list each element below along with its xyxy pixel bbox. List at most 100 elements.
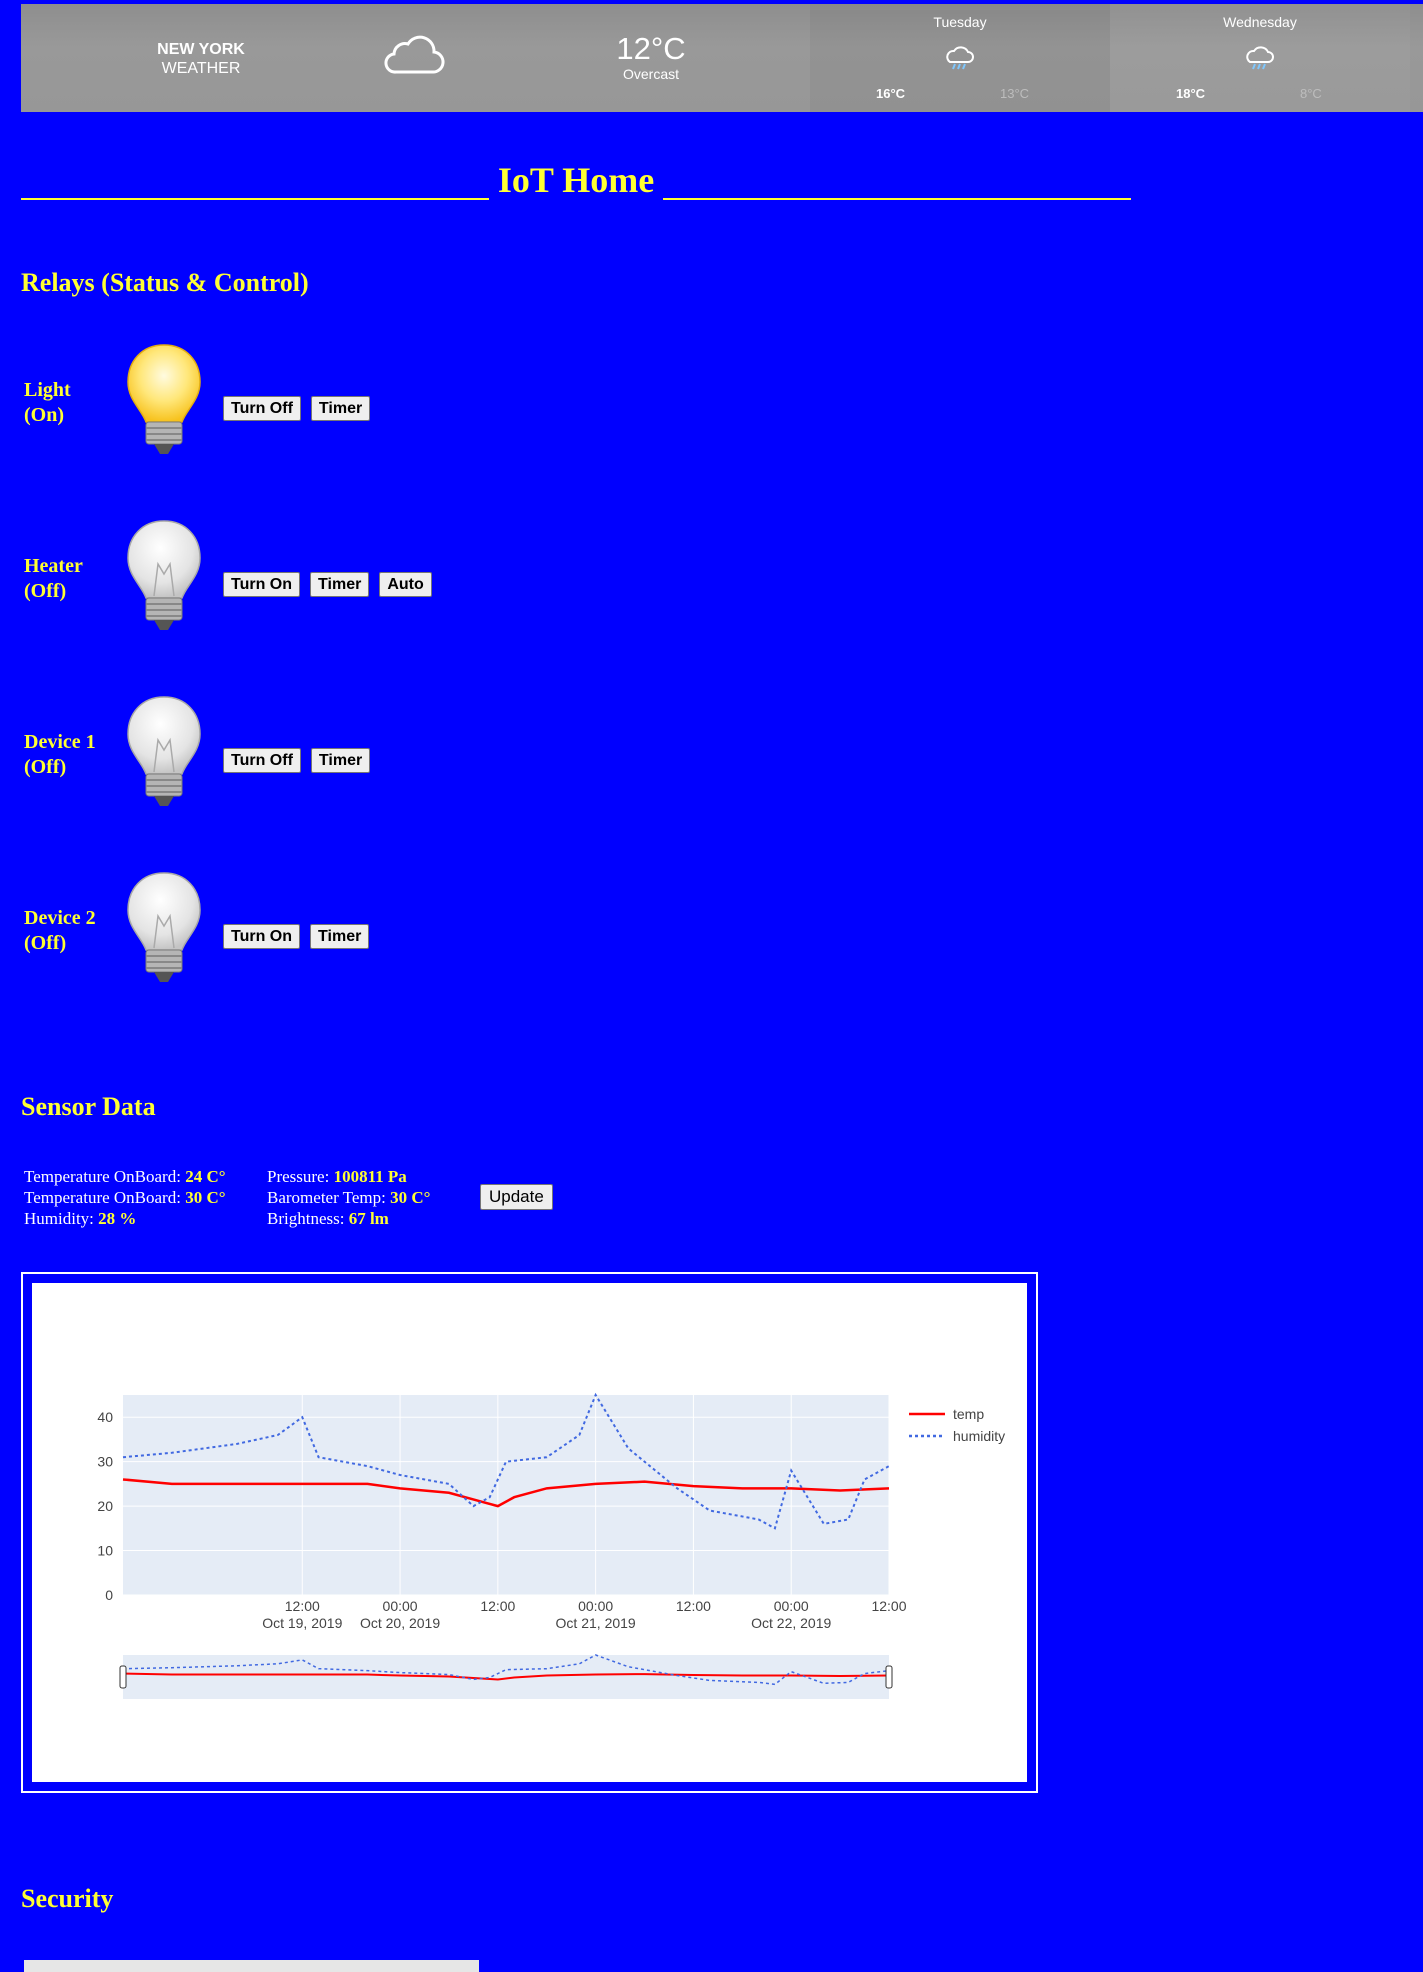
relay-name: Device 1 (24, 731, 96, 753)
relay-controls: Turn Off Timer (223, 396, 371, 421)
relay-light: Light (On) Turn Off Timer (21, 342, 621, 458)
lightbulb-off-icon (124, 694, 204, 815)
x-tick-label: 12:00 (871, 1598, 906, 1614)
legend-label: temp (953, 1406, 984, 1422)
timer-button[interactable]: Timer (310, 924, 370, 949)
x-tick-label: 00:00 (774, 1598, 809, 1614)
current-temperature: 12°C (616, 31, 686, 66)
relay-label: Device 1 (Off) (24, 730, 96, 780)
relay-device-1: Device 1 (Off) Turn Off Timer (21, 694, 621, 810)
rain-cloud-icon (944, 44, 974, 77)
relays-heading: Relays (Status & Control) (21, 268, 309, 297)
page-title: IoT Home (497, 160, 655, 200)
relay-controls: Turn On Timer (223, 924, 370, 949)
relay-label: Device 2 (Off) (24, 906, 96, 956)
current-condition: Overcast (622, 66, 679, 82)
sensor-row: Temperature OnBoard: 24 C° (24, 1166, 226, 1187)
update-button[interactable]: Update (480, 1184, 553, 1210)
sensor-value: 24 C° (185, 1167, 226, 1186)
sensor-value: 28 % (98, 1209, 137, 1228)
timer-button[interactable]: Timer (310, 396, 371, 421)
weather-city: NEW YORK (157, 41, 245, 58)
sensor-label: Barometer Temp: (267, 1188, 386, 1207)
cloud-icon (382, 30, 446, 81)
x-tick-label: 12:00 (676, 1598, 711, 1614)
chart-frame: 0 10 20 30 40 12:00 Oct 19, 2019 00:00 Oct 20, 2… (21, 1272, 1038, 1793)
plot-area (123, 1395, 889, 1595)
sensor-value: 30 C° (185, 1188, 226, 1207)
sensor-label: Temperature OnBoard: (24, 1167, 181, 1186)
relay-label: Heater (Off) (24, 554, 83, 604)
sensor-value: 30 C° (390, 1188, 431, 1207)
relay-status: (On) (24, 404, 64, 426)
relay-device-2: Device 2 (Off) Turn On Timer (21, 870, 621, 986)
turn-on-button[interactable]: Turn On (223, 924, 301, 949)
weather-label: WEATHER (161, 60, 241, 77)
y-tick-label: 10 (97, 1543, 113, 1559)
turn-off-button[interactable]: Turn Off (223, 396, 301, 421)
relay-label: Light (On) (24, 378, 71, 428)
security-heading: Security (21, 1884, 114, 1913)
forecast-low: 8°C (1300, 86, 1322, 101)
turn-off-button[interactable]: Turn Off (223, 748, 301, 773)
weather-location: NEW YORK WEATHER (131, 40, 271, 78)
chart-svg[interactable]: 01020304012:00Oct 19, 201900:00Oct 20, 2… (32, 1283, 1027, 1782)
sensor-value: 67 lm (348, 1209, 389, 1228)
x-tick-date-label: Oct 22, 2019 (751, 1615, 831, 1631)
title-divider-left (21, 198, 489, 200)
relay-name: Device 2 (24, 907, 96, 929)
forecast-day: Wednesday 18°C 8°C (1110, 4, 1410, 112)
sensor-label: Pressure: (267, 1167, 330, 1186)
sensor-column-1: Temperature OnBoard: 24 C° Temperature O… (24, 1166, 226, 1229)
forecast-day-name: Tuesday (933, 14, 987, 30)
relay-status: (Off) (24, 932, 67, 954)
relay-controls: Turn On Timer Auto (223, 572, 432, 597)
title-divider-right (663, 198, 1131, 200)
legend-label: humidity (953, 1428, 1005, 1444)
lightbulb-on-icon (124, 342, 204, 463)
sensor-label: Brightness: (267, 1209, 345, 1228)
sensor-chart: 0 10 20 30 40 12:00 Oct 19, 2019 00:00 Oct 20, 2… (32, 1283, 1027, 1782)
forecast-day-name: Wednesday (1223, 14, 1297, 30)
x-tick-label: 12:00 (480, 1598, 515, 1614)
timer-button[interactable]: Timer (310, 572, 370, 597)
turn-on-button[interactable]: Turn On (223, 572, 301, 597)
forecast-high: 16°C (876, 86, 906, 101)
x-tick-date-label: Oct 19, 2019 (262, 1615, 342, 1631)
sensor-column-2: Pressure: 100811 Pa Barometer Temp: 30 C… (267, 1166, 430, 1229)
security-panel (24, 1960, 479, 1972)
x-tick-label: 12:00 (285, 1598, 320, 1614)
rain-cloud-icon (1244, 44, 1274, 77)
relay-heater: Heater (Off) Turn On Timer Auto (21, 518, 621, 634)
y-tick-label: 30 (97, 1454, 113, 1470)
sensor-label: Temperature OnBoard: (24, 1188, 181, 1207)
relay-name: Heater (24, 555, 83, 577)
forecast-high: 18°C (1176, 86, 1206, 101)
sensor-row: Brightness: 67 lm (267, 1208, 430, 1229)
forecast-low: 13°C (1000, 86, 1030, 101)
forecast-day: Tuesday 16°C 13°C (810, 4, 1110, 112)
range-slider (123, 1655, 889, 1699)
range-slider-handle (885, 1665, 893, 1689)
sensor-row: Humidity: 28 % (24, 1208, 226, 1229)
x-tick-label: 00:00 (383, 1598, 418, 1614)
sensor-label: Humidity: (24, 1209, 94, 1228)
x-tick-date-label: Oct 21, 2019 (556, 1615, 636, 1631)
relay-status: (Off) (24, 580, 67, 602)
lightbulb-off-icon (124, 870, 204, 991)
timer-button[interactable]: Timer (310, 748, 371, 773)
relay-name: Light (24, 379, 71, 401)
auto-button[interactable]: Auto (379, 572, 432, 597)
y-tick-label: 40 (97, 1409, 113, 1425)
lightbulb-off-icon (124, 518, 204, 639)
range-slider-handle (119, 1665, 127, 1689)
sensor-row: Barometer Temp: 30 C° (267, 1187, 430, 1208)
relay-controls: Turn Off Timer (223, 748, 371, 773)
relay-status: (Off) (24, 756, 67, 778)
sensor-heading: Sensor Data (21, 1092, 156, 1121)
x-tick-date-label: Oct 20, 2019 (360, 1615, 440, 1631)
y-tick-label: 20 (97, 1498, 113, 1514)
sensor-row: Pressure: 100811 Pa (267, 1166, 430, 1187)
sensor-value: 100811 Pa (333, 1167, 407, 1186)
weather-widget: NEW YORK WEATHER 12°C Overcast Tuesday 1… (21, 4, 1423, 112)
